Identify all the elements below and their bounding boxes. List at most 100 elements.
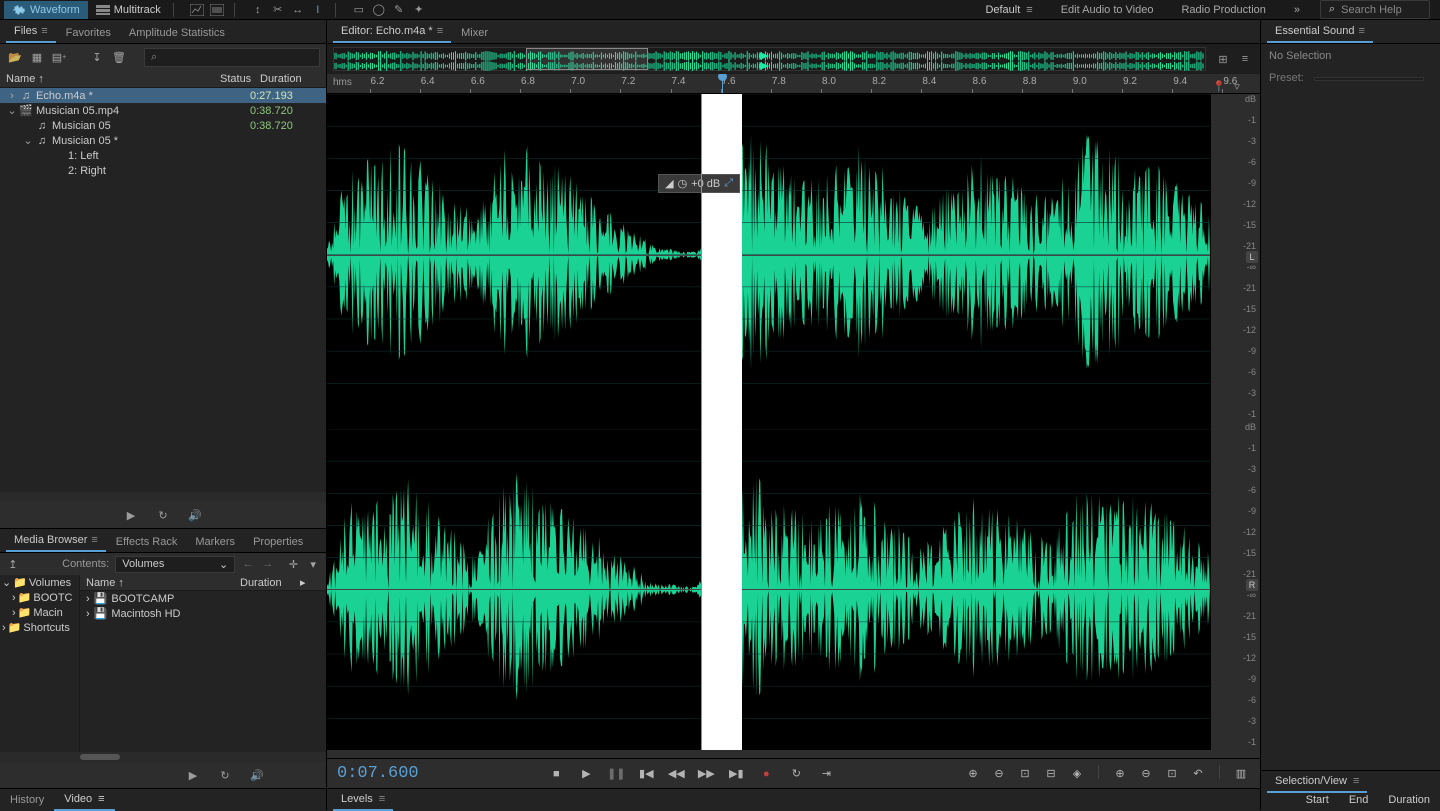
tab-video[interactable]: Video≡ [54,789,114,811]
col-duration[interactable]: Duration [240,577,300,589]
file-row[interactable]: 2: Right [0,163,326,178]
record-button[interactable]: ● [757,765,775,783]
zoom-sel-icon[interactable]: ⊟ [1042,765,1060,783]
play-icon[interactable]: ▶ [184,767,202,783]
tab-properties[interactable]: Properties [245,532,311,552]
fwd-icon[interactable]: → [261,555,275,573]
zoom-nav-icon[interactable]: ⊞ [1214,51,1232,67]
up-folder-icon[interactable]: ↥ [6,555,20,573]
tree-row[interactable]: ⌄📁Volumes [0,575,79,590]
waveform-area[interactable]: ◢ ◷ +0 dB ⤢ L R dB-1-3-6-9-12-15-21- [327,94,1260,750]
search-help[interactable]: ⌕ Search Help [1320,0,1430,19]
go-end-button[interactable]: ▶▮ [727,765,745,783]
preset-dropdown[interactable] [1314,77,1424,81]
playhead-handle-icon[interactable] [718,74,727,81]
fforward-button[interactable]: ▶▶ [697,765,715,783]
marquee-tool-icon[interactable]: ▭ [350,2,368,18]
time-ruler[interactable]: hms 6.26.46.66.87.07.27.47.67.88.08.28.4… [327,74,1260,94]
pause-button[interactable]: ❚❚ [607,765,625,783]
overview-strip[interactable]: ⊞ ≡ [327,44,1260,74]
go-start-button[interactable]: ▮◀ [637,765,655,783]
stop-button[interactable]: ■ [547,765,565,783]
add-shortcut-icon[interactable]: ✛ [287,555,301,573]
zoom-out-icon[interactable]: ⊖ [990,765,1008,783]
spectral-freq-icon[interactable] [188,2,206,18]
channel-left[interactable] [327,94,1210,415]
zoom-in-point-icon[interactable]: ◈ [1068,765,1086,783]
files-scrollbar[interactable] [0,492,326,502]
move-tool-icon[interactable]: ↕ [249,2,267,18]
tab-markers[interactable]: Markers [187,532,243,552]
play-icon[interactable]: ▶ [122,507,140,523]
file-row[interactable]: 1: Left [0,148,326,163]
autoplay-icon[interactable]: 🔊 [186,507,204,523]
overview-track[interactable] [333,47,1206,71]
mode-multitrack-button[interactable]: Multitrack [88,1,169,19]
zoom-out-amp-icon[interactable]: ⊖ [1137,765,1155,783]
close-file-icon[interactable]: 🗑 [110,48,128,66]
back-icon[interactable]: ← [241,555,255,573]
workspace-more[interactable]: » [1280,0,1314,20]
heal-tool-icon[interactable]: ✦ [410,2,428,18]
col-duration[interactable]: Duration [260,73,320,85]
time-display[interactable]: 0:07.600 [337,764,419,783]
contents-dropdown[interactable]: Volumes⌄ [115,556,235,573]
col-name[interactable]: Name ↑ [86,577,240,589]
tab-effects-rack[interactable]: Effects Rack [108,532,186,552]
list-item[interactable]: ›💾BOOTCAMP [80,591,326,606]
media-scrollbar[interactable] [0,752,326,762]
loop-icon[interactable]: ↻ [216,767,234,783]
zoom-full-icon[interactable]: ⊡ [1016,765,1034,783]
slip-tool-icon[interactable]: ↔ [289,2,307,18]
toggle-channels-icon[interactable]: ≡ [1236,51,1254,67]
brush-tool-icon[interactable]: ✎ [390,2,408,18]
file-row[interactable]: ›♫Echo.m4a *0:27.193 [0,88,326,103]
workspace-default[interactable]: Default≡ [971,0,1046,20]
file-row[interactable]: ♫Musician 050:38.720 [0,118,326,133]
tab-history[interactable]: History [0,790,54,810]
editor-hscroll[interactable] [327,750,1260,758]
mode-waveform-button[interactable]: Waveform [4,1,88,19]
lasso-tool-icon[interactable]: ◯ [370,2,388,18]
files-search[interactable]: ⌕ [144,48,320,67]
play-button[interactable]: ▶ [577,765,595,783]
insert-icon[interactable]: ↧ [88,48,106,66]
overview-viewport[interactable] [526,48,648,70]
tab-favorites[interactable]: Favorites [58,23,119,43]
tab-selection-view[interactable]: Selection/View≡ [1267,771,1367,793]
tree-row[interactable]: ›📁Shortcuts [0,620,79,635]
file-row[interactable]: ⌄♫Musician 05 * [0,133,326,148]
open-file-icon[interactable]: 📂 [6,48,24,66]
list-item[interactable]: ›💾Macintosh HD [80,606,326,621]
tree-row[interactable]: ›📁BOOTC [0,590,79,605]
hud-volume[interactable]: ◢ ◷ +0 dB ⤢ [658,174,740,193]
tab-amp-stats[interactable]: Amplitude Statistics [121,23,233,43]
spectral-pitch-icon[interactable] [208,2,226,18]
skip-sel-button[interactable]: ⇥ [817,765,835,783]
workspace-edit-av[interactable]: Edit Audio to Video [1047,0,1168,20]
rewind-button[interactable]: ◀◀ [667,765,685,783]
file-row[interactable]: ⌄🎬Musician 05.mp40:38.720 [0,103,326,118]
tab-files[interactable]: Files≡ [6,21,56,43]
playhead[interactable] [722,74,723,93]
tab-essential-sound[interactable]: Essential Sound≡ [1267,21,1373,43]
zoom-undo-icon[interactable]: ↶ [1189,765,1207,783]
razor-tool-icon[interactable]: ✂ [269,2,287,18]
tab-media-browser[interactable]: Media Browser≡ [6,530,106,552]
zoom-reset-amp-icon[interactable]: ⊡ [1163,765,1181,783]
tab-levels[interactable]: Levels≡ [333,789,393,811]
new-file-icon[interactable]: ▦ [28,48,46,66]
zoom-in-icon[interactable]: ⊕ [964,765,982,783]
toggle-ui-icon[interactable]: ▥ [1232,765,1250,783]
col-status[interactable]: Status [220,73,260,85]
workspace-radio[interactable]: Radio Production [1167,0,1279,20]
tree-row[interactable]: ›📁Macin [0,605,79,620]
pin-icon[interactable]: 📍 [1210,78,1228,94]
loop-button[interactable]: ↻ [787,765,805,783]
zoom-in-amp-icon[interactable]: ⊕ [1111,765,1129,783]
filter-icon[interactable]: ▾ [306,555,320,573]
tab-editor[interactable]: Editor: Echo.m4a *≡ [333,21,451,43]
channel-right[interactable] [327,429,1210,750]
time-sel-tool-icon[interactable]: I [309,2,327,18]
waveform-canvas[interactable]: ◢ ◷ +0 dB ⤢ [327,94,1210,750]
